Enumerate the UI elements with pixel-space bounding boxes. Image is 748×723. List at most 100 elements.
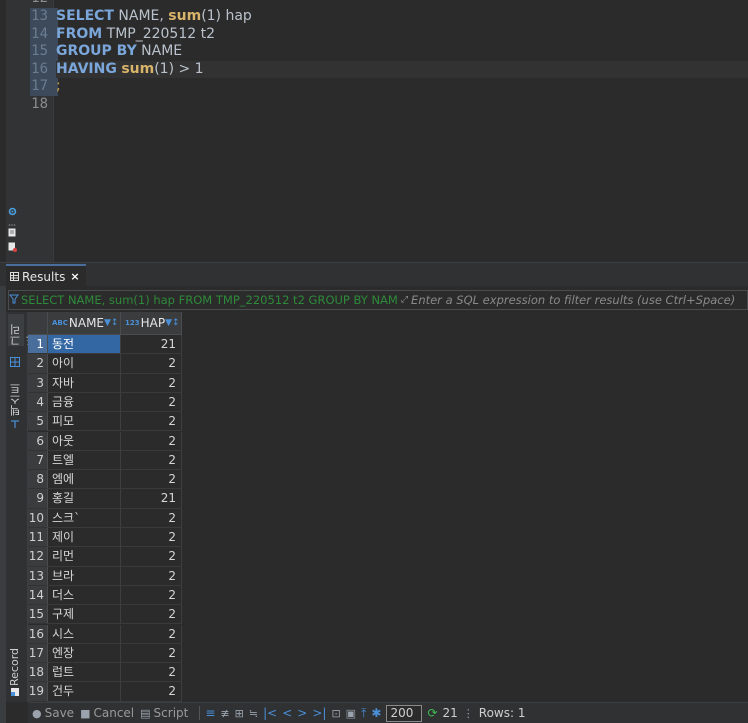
cell-name[interactable]: 엔장 <box>48 643 121 664</box>
cell-hap[interactable]: 2 <box>121 412 182 432</box>
cell-name[interactable]: 아이 <box>48 354 121 374</box>
table-row[interactable]: 17 엔장 2 <box>28 643 748 664</box>
expand-filter-icon[interactable]: ⤢ <box>398 295 408 305</box>
filter-query-text[interactable]: SELECT NAME, sum(1) hap FROM TMP_220512 … <box>19 293 398 307</box>
cell-hap[interactable]: 2 <box>121 373 182 393</box>
column-header-name[interactable]: ABC NAME ▼↕ <box>48 312 121 335</box>
cell-hap[interactable]: 2 <box>121 682 182 702</box>
row-number[interactable]: 14 <box>28 585 48 606</box>
text-view-icon[interactable] <box>10 418 20 432</box>
cell-hap[interactable]: 2 <box>121 392 182 413</box>
row-number[interactable]: 8 <box>28 470 48 490</box>
cell-name[interactable]: 스크` <box>48 508 121 528</box>
fetch-size-input[interactable] <box>386 704 423 722</box>
close-icon[interactable]: × <box>70 270 79 283</box>
edit-row-icon[interactable]: ≡ <box>205 706 215 720</box>
code-line[interactable]: SELECT NAME, sum(1) hap <box>56 8 748 26</box>
cell-hap[interactable]: 2 <box>121 354 182 374</box>
export-icon[interactable]: ⤒ <box>361 706 366 721</box>
gear-icon[interactable] <box>8 205 17 216</box>
add-row-icon[interactable]: ≢ <box>220 707 229 720</box>
filter-bar[interactable]: SELECT NAME, sum(1) hap FROM TMP_220512 … <box>8 290 748 310</box>
row-number[interactable]: 15 <box>28 605 48 625</box>
row-number[interactable]: 17 <box>28 643 48 664</box>
table-row[interactable]: 10 스크` 2 <box>28 508 748 528</box>
table-row[interactable]: 15 구제 2 <box>28 605 748 625</box>
fetch-all-icon[interactable]: ⋮ <box>463 707 474 720</box>
record-view-icon[interactable] <box>10 686 20 700</box>
row-number[interactable]: 5 <box>28 412 48 432</box>
cell-name[interactable]: 아웃 <box>48 431 121 451</box>
table-row[interactable]: 6 아웃 2 <box>28 431 748 451</box>
sql-editor[interactable]: 12 131415161718 SELECT NAME, sum(1) hapF… <box>0 0 748 262</box>
script-button[interactable]: ▤ Script <box>140 706 188 720</box>
cell-name[interactable]: 럽트 <box>48 663 121 683</box>
row-number[interactable]: 10 <box>28 508 48 528</box>
cell-hap[interactable]: 21 <box>121 335 182 355</box>
row-number[interactable]: 9 <box>28 489 48 509</box>
save-button[interactable]: ● Save <box>32 706 74 720</box>
cell-name[interactable]: 건두 <box>48 682 121 702</box>
cancel-button[interactable]: ■ Cancel <box>80 706 134 720</box>
filter-query-icon[interactable] <box>9 293 19 307</box>
delete-row-icon[interactable]: ≒ <box>249 707 258 720</box>
grid-view-icon[interactable] <box>10 356 20 370</box>
cell-name[interactable]: 자바 <box>48 373 121 393</box>
row-number[interactable]: 18 <box>28 663 48 683</box>
code-line[interactable]: GROUP BY NAME <box>56 43 748 61</box>
table-row[interactable]: 14 더스 2 <box>28 585 748 606</box>
fullscreen-icon[interactable]: ▣ <box>346 707 356 720</box>
table-row[interactable]: 11 제이 2 <box>28 528 748 548</box>
cell-name[interactable]: 구제 <box>48 605 121 625</box>
sort-filter-icon[interactable]: ▼↕ <box>165 318 179 328</box>
cell-hap[interactable]: 2 <box>121 585 182 606</box>
table-row[interactable]: 9 홍길 21 <box>28 489 748 509</box>
row-number[interactable]: 2 <box>28 354 48 374</box>
cell-name[interactable]: 금융 <box>48 392 121 413</box>
code-line[interactable] <box>56 96 748 114</box>
cell-hap[interactable]: 2 <box>121 547 182 567</box>
table-row[interactable]: 3 자바 2 <box>28 373 748 393</box>
row-number[interactable]: 19 <box>28 682 48 702</box>
sort-filter-icon[interactable]: ▼↕ <box>104 318 118 328</box>
cell-hap[interactable]: 2 <box>121 663 182 683</box>
row-number[interactable]: 12 <box>28 547 48 567</box>
cell-hap[interactable]: 2 <box>121 643 182 664</box>
cell-name[interactable]: 피모 <box>48 412 121 432</box>
cell-hap[interactable]: 2 <box>121 431 182 451</box>
row-number[interactable]: 4 <box>28 392 48 413</box>
table-row[interactable]: 5 피모 2 <box>28 412 748 432</box>
cell-hap[interactable]: 2 <box>121 528 182 548</box>
last-page-icon[interactable]: >| <box>312 706 326 720</box>
next-page-icon[interactable]: > <box>297 706 307 720</box>
row-number[interactable]: 3 <box>28 373 48 393</box>
table-row[interactable]: 16 시스 2 <box>28 624 748 644</box>
layout-icon[interactable]: ⊡ <box>331 707 340 720</box>
refresh-icon[interactable]: ⟳ <box>427 706 437 720</box>
cell-name[interactable]: 동전 <box>48 335 121 355</box>
previous-page-icon[interactable]: < <box>282 706 292 720</box>
results-grid[interactable]: ABC NAME ▼↕ 123 HAP ▼↕ 1 동전 21 2 아이 2 3 자바 2 4 금융 2… <box>28 312 748 702</box>
first-page-icon[interactable]: |< <box>263 706 277 720</box>
cell-hap[interactable]: 2 <box>121 605 182 625</box>
table-row[interactable]: 19 건두 2 <box>28 682 748 702</box>
code-line[interactable]: HAVING sum(1) > 1 <box>56 60 748 78</box>
row-number[interactable]: 1 <box>28 335 48 355</box>
code-line[interactable]: ; <box>56 78 748 96</box>
tab-grid[interactable]: 그리드 <box>8 314 38 346</box>
table-row[interactable]: 13 브라 2 <box>28 566 748 586</box>
column-header-hap[interactable]: 123 HAP ▼↕ <box>121 312 182 335</box>
cell-name[interactable]: 제이 <box>48 528 121 548</box>
cell-name[interactable]: 리먼 <box>48 547 121 567</box>
row-number[interactable]: 7 <box>28 450 48 471</box>
copy-row-icon[interactable]: ⊞ <box>235 707 244 720</box>
cell-hap[interactable]: 2 <box>121 624 182 644</box>
table-row[interactable]: 8 엠에 2 <box>28 470 748 490</box>
row-number[interactable]: 11 <box>28 528 48 548</box>
cell-name[interactable]: 엠에 <box>48 470 121 490</box>
table-row[interactable]: 12 리먼 2 <box>28 547 748 567</box>
cell-name[interactable]: 더스 <box>48 585 121 606</box>
row-number-header[interactable] <box>28 312 48 335</box>
tab-record[interactable]: Record <box>8 642 24 686</box>
cell-name[interactable]: 브라 <box>48 566 121 586</box>
